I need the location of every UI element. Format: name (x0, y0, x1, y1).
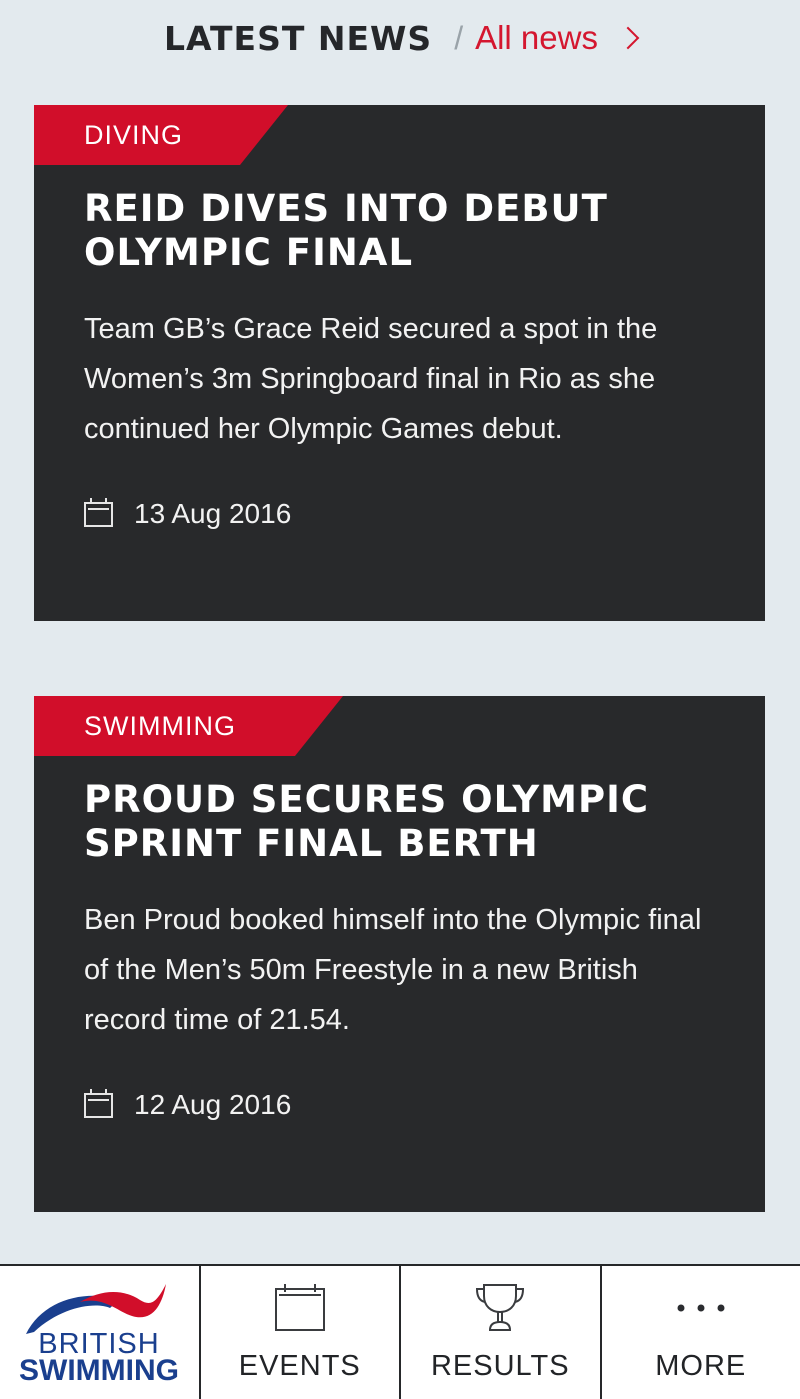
category-tag: SWIMMING (34, 696, 343, 756)
more-dots-icon (677, 1304, 725, 1312)
header-separator: / (454, 19, 464, 56)
article-summary: Team GB’s Grace Reid secured a spot in t… (84, 313, 658, 445)
category-tag: DIVING (34, 105, 288, 165)
all-news-label: All news (475, 19, 598, 56)
tab-results-label: RESULTS (430, 1350, 570, 1382)
article-title: REID DIVES INTO DEBUT OLYMPIC FINAL (84, 187, 608, 274)
logo-line-2: SWIMMING (19, 1354, 179, 1387)
calendar-icon (84, 497, 113, 527)
article-date: 13 Aug 2016 (84, 497, 292, 530)
news-card[interactable]: SWIMMING PROUD SECURES OLYMPIC SPRINT FI… (34, 696, 765, 1212)
news-card[interactable]: DIVING REID DIVES INTO DEBUT OLYMPIC FIN… (34, 105, 765, 621)
calendar-icon (274, 1284, 325, 1331)
article-title: PROUD SECURES OLYMPIC SPRINT FINAL BERTH (84, 778, 650, 865)
british-swimming-logo: BRITISH SWIMMING (0, 1266, 198, 1399)
article-date: 12 Aug 2016 (84, 1088, 292, 1121)
tab-home-logo[interactable]: BRITISH SWIMMING (0, 1266, 199, 1399)
news-header: LATEST NEWS / All news (0, 14, 800, 62)
section-title: LATEST NEWS (164, 18, 433, 58)
tab-events-label: EVENTS (238, 1350, 361, 1382)
article-date-text: 13 Aug 2016 (134, 498, 292, 529)
tab-results[interactable]: RESULTS (399, 1266, 600, 1399)
all-news-link[interactable]: All news (475, 19, 640, 57)
bottom-tab-bar: BRITISH SWIMMING EVENTS RESULTS MORE (0, 1264, 800, 1399)
news-page: LATEST NEWS / All news DIVING REID DIVES… (0, 0, 800, 1399)
trophy-icon (476, 1284, 525, 1331)
calendar-icon (84, 1088, 113, 1118)
tab-more-label: MORE (655, 1350, 747, 1382)
article-summary: Ben Proud booked himself into the Olympi… (84, 904, 702, 1036)
chevron-right-icon (616, 26, 640, 50)
tab-events[interactable]: EVENTS (198, 1266, 400, 1399)
tab-more[interactable]: MORE (599, 1266, 800, 1399)
article-date-text: 12 Aug 2016 (134, 1089, 292, 1120)
